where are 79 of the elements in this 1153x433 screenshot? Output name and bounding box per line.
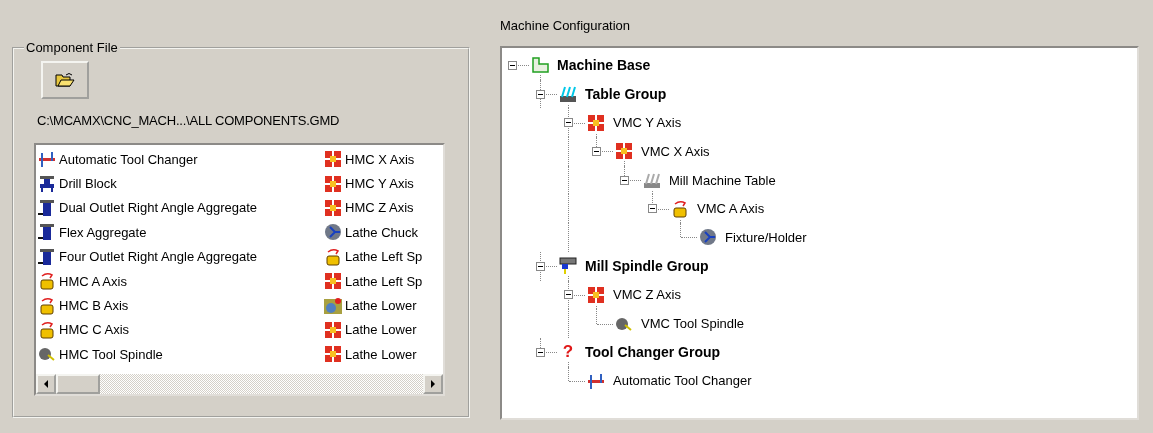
component-item[interactable]: Lathe Left Sp (324, 268, 443, 294)
right-arrow-icon (430, 380, 436, 388)
chuck-icon (699, 228, 717, 247)
component-item[interactable]: Lathe Chuck (324, 220, 443, 245)
collapse-toggle[interactable] (564, 118, 573, 128)
chuck-icon (324, 223, 342, 242)
cylinder-icon (38, 296, 56, 315)
scroll-right-button[interactable] (423, 374, 443, 394)
spindle-icon (38, 345, 56, 364)
scroll-left-button[interactable] (36, 374, 56, 394)
tree-node[interactable]: VMC Tool Spindle (641, 316, 745, 332)
cross-blocks-icon (324, 150, 342, 169)
table-group-icon (559, 85, 577, 104)
cylinder-icon (38, 320, 56, 339)
arm-icon (587, 371, 605, 390)
cross-blocks-icon (324, 320, 342, 339)
tree-node[interactable]: Automatic Tool Changer (613, 373, 752, 389)
collapse-toggle[interactable] (564, 290, 573, 300)
component-item[interactable]: HMC Y Axis (324, 171, 443, 196)
tree-node[interactable]: VMC Y Axis (613, 115, 682, 131)
collapse-toggle[interactable] (536, 89, 545, 99)
cross-blocks-icon (587, 285, 605, 304)
cross-blocks-icon (324, 198, 342, 217)
cross-blocks-icon (324, 272, 342, 291)
tree-node[interactable]: Machine Base (557, 57, 651, 74)
left-arrow-icon (43, 380, 49, 388)
tree-node[interactable]: Table Group (585, 86, 667, 103)
component-item[interactable]: Dual Outlet Right Angle Aggregate (38, 195, 324, 221)
cross-blocks-icon (587, 113, 605, 132)
tree-node[interactable]: VMC Z Axis (613, 287, 681, 303)
component-item[interactable]: Lathe Left Sp (324, 244, 443, 269)
scroll-thumb[interactable] (56, 374, 100, 394)
cylinder-icon (324, 247, 342, 266)
aggregate-icon (38, 198, 56, 217)
collapse-toggle[interactable] (620, 175, 629, 185)
tree-node[interactable]: Mill Machine Table (669, 172, 776, 188)
tree-node[interactable]: VMC A Axis (697, 201, 765, 217)
cross-blocks-icon (615, 142, 633, 161)
component-item[interactable]: Four Outlet Right Angle Aggregate (38, 244, 324, 269)
aggregate-icon (38, 223, 56, 242)
open-file-button[interactable] (41, 61, 89, 99)
turret-icon (324, 296, 342, 315)
tree-node[interactable]: Tool Changer Group (585, 344, 721, 361)
component-item[interactable]: HMC Z Axis (324, 195, 443, 221)
component-item[interactable]: Automatic Tool Changer (38, 147, 324, 172)
component-item[interactable]: HMC B Axis (38, 293, 324, 318)
cross-blocks-icon (324, 345, 342, 364)
collapse-toggle[interactable] (592, 146, 601, 156)
table-icon (643, 171, 661, 190)
question-icon: ? (562, 343, 574, 362)
base-icon (531, 56, 549, 75)
component-item[interactable]: HMC X Axis (324, 147, 443, 172)
component-item[interactable]: HMC A Axis (38, 268, 324, 294)
tree-node[interactable]: Mill Spindle Group (585, 258, 709, 275)
arm-icon (38, 150, 56, 169)
cylinder-icon (38, 272, 56, 291)
folder-icon (55, 72, 75, 88)
collapse-toggle[interactable] (648, 204, 657, 214)
tree-node[interactable]: VMC X Axis (641, 143, 710, 159)
component-item[interactable]: HMC C Axis (38, 317, 324, 343)
component-item[interactable]: Lathe Lower (324, 317, 443, 343)
component-item[interactable]: Lathe Lower (324, 342, 443, 367)
cross-blocks-icon (324, 174, 342, 193)
collapse-toggle[interactable] (536, 261, 545, 271)
component-item[interactable]: Flex Aggregate (38, 220, 324, 245)
file-path: C:\MCAMX\CNC_MACH...\ALL COMPONENTS.GMD (37, 113, 341, 128)
component-item[interactable]: Lathe Lower (324, 293, 443, 318)
collapse-toggle[interactable] (508, 60, 517, 70)
group-title: Component File (25, 40, 119, 55)
cylinder-icon (671, 199, 689, 218)
section-title: Machine Configuration (500, 18, 632, 35)
collapse-toggle[interactable] (536, 347, 545, 357)
component-item[interactable]: HMC Tool Spindle (38, 342, 324, 367)
aggregate-icon (38, 247, 56, 266)
drill-block-icon (38, 174, 56, 193)
spindle-head-icon (559, 257, 577, 276)
component-item[interactable]: Drill Block (38, 171, 324, 196)
tree-node[interactable]: Fixture/Holder (725, 229, 807, 245)
horizontal-scrollbar[interactable] (36, 374, 443, 394)
